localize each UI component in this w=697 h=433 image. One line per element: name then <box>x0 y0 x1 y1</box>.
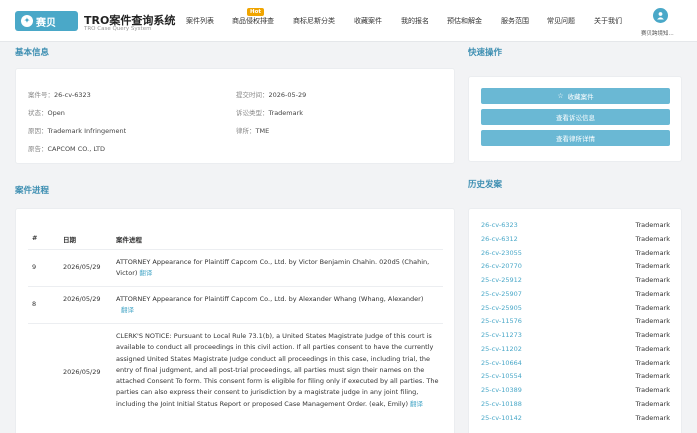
row-number: 8 <box>32 300 37 308</box>
nav-faq[interactable]: 常见问题 <box>547 16 575 26</box>
divider <box>28 286 443 287</box>
history-case-link[interactable]: 26-cv-20770 <box>481 262 522 270</box>
history-case-type: Trademark <box>635 234 670 243</box>
row-text: ATTORNEY Appearance for Plaintiff Capcom… <box>116 295 424 315</box>
history-row[interactable]: 26-cv-20770 Trademark <box>481 262 670 273</box>
history-case-link[interactable]: 25-cv-10664 <box>481 359 522 367</box>
history-case-link[interactable]: 26-cv-6312 <box>481 235 518 243</box>
basic-info-title: 基本信息 <box>15 48 50 58</box>
history-case-type: Trademark <box>635 344 670 353</box>
star-icon: ☆ <box>557 92 564 100</box>
case-number: 案件号：26-cv-6323 <box>28 91 91 99</box>
row-text: ATTORNEY Appearance for Plaintiff Capcom… <box>116 258 430 278</box>
nav-favorites[interactable]: 收藏案件 <box>354 16 382 26</box>
history-case-type: Trademark <box>635 413 670 422</box>
nav-service-scope[interactable]: 服务范围 <box>501 16 529 26</box>
col-header-progress: 案件进程 <box>116 236 142 244</box>
history-case-link[interactable]: 25-cv-25907 <box>481 290 522 298</box>
history-case-type: Trademark <box>635 372 670 381</box>
user-avatar-icon[interactable] <box>653 8 668 23</box>
history-case-link[interactable]: 25-cv-11576 <box>481 317 522 325</box>
law-firm: 律所：TME <box>236 127 270 135</box>
history-case-link[interactable]: 25-cv-11202 <box>481 345 522 353</box>
translate-link[interactable]: 翻译 <box>410 400 423 408</box>
history-row[interactable]: 25-cv-25912 Trademark <box>481 276 670 287</box>
history-case-link[interactable]: 26-cv-23055 <box>481 249 522 257</box>
case-status: 状态：Open <box>28 109 65 117</box>
nav-infringement-check[interactable]: 商品侵权排查 <box>232 16 274 26</box>
history-row[interactable]: 25-cv-11576 Trademark <box>481 317 670 328</box>
brand-subtitle: TRO Case Query System <box>84 26 152 32</box>
history-row[interactable]: 26-cv-23055 Trademark <box>481 249 670 260</box>
row-number: 9 <box>32 263 37 271</box>
favorite-case-button[interactable]: ☆ 收藏案件 <box>481 88 670 104</box>
filed-date: 提交时间：2026-05-29 <box>236 91 307 99</box>
divider <box>28 323 443 324</box>
history-row[interactable]: 25-cv-10664 Trademark <box>481 359 670 370</box>
username[interactable]: 赛贝跨境知... <box>641 29 674 37</box>
history-case-type: Trademark <box>635 386 670 394</box>
history-case-type: Trademark <box>635 248 670 257</box>
row-date: 2026/05/29 <box>63 263 101 271</box>
history-case-type: Trademark <box>635 262 670 271</box>
history-row[interactable]: 25-cv-25907 Trademark <box>481 290 670 301</box>
plaintiff: 原告：CAPCOM CO., LTD <box>28 145 106 153</box>
history-case-type: Trademark <box>635 303 670 312</box>
row-date: 2026/05/29 <box>63 295 101 303</box>
history-title: 历史发案 <box>468 180 503 190</box>
history-row[interactable]: 25-cv-10142 Trademark <box>481 414 670 425</box>
progress-title: 案件进程 <box>15 186 50 196</box>
logo[interactable]: ✦ 赛贝 <box>15 11 78 31</box>
history-case-link[interactable]: 25-cv-25905 <box>481 304 522 312</box>
col-header-date: 日期 <box>63 236 76 244</box>
history-case-type: Trademark <box>635 317 670 326</box>
divider <box>28 249 443 250</box>
history-case-link[interactable]: 25-cv-11273 <box>481 331 522 339</box>
history-row[interactable]: 26-cv-6323 Trademark <box>481 221 670 232</box>
history-case-link[interactable]: 26-cv-6323 <box>481 221 518 229</box>
lawsuit-type: 诉讼类型：Trademark <box>236 109 304 117</box>
history-row[interactable]: 25-cv-11202 Trademark <box>481 345 670 356</box>
history-case-type: Trademark <box>635 221 670 229</box>
history-case-type: Trademark <box>635 399 670 408</box>
history-row[interactable]: 25-cv-25905 Trademark <box>481 304 670 315</box>
history-row[interactable]: 25-cv-10554 Trademark <box>481 372 670 383</box>
nav-about[interactable]: 关于我们 <box>594 16 622 26</box>
nav-case-list[interactable]: 案件列表 <box>186 16 214 26</box>
history-row[interactable]: 25-cv-11273 Trademark <box>481 331 670 342</box>
case-cause: 原因：Trademark Infringement <box>28 127 127 135</box>
logo-text: 赛贝 <box>36 17 56 29</box>
nav-settlement-estimate[interactable]: 预估和解金 <box>447 16 482 26</box>
nav-nice-classification[interactable]: 商标尼斯分类 <box>293 16 335 26</box>
history-case-link[interactable]: 25-cv-10389 <box>481 386 522 394</box>
col-header-number: # <box>32 234 38 242</box>
history-case-link[interactable]: 25-cv-10554 <box>481 372 522 380</box>
row-text: CLERK'S NOTICE: Pursuant to Local Rule 7… <box>116 332 439 408</box>
history-case-type: Trademark <box>635 276 670 284</box>
hot-badge: Hot <box>247 8 265 16</box>
history-case-link[interactable]: 25-cv-10142 <box>481 414 522 422</box>
view-firm-button[interactable]: 查看律所详情 <box>481 130 670 146</box>
history-row[interactable]: 26-cv-6312 Trademark <box>481 235 670 246</box>
history-case-type: Trademark <box>635 289 670 298</box>
history-row[interactable]: 25-cv-10188 Trademark <box>481 400 670 411</box>
row-date: 2026/05/29 <box>63 368 101 376</box>
view-litigation-button[interactable]: 查看诉讼信息 <box>481 109 670 125</box>
history-row[interactable]: 25-cv-10389 Trademark <box>481 386 670 397</box>
top-header: ✦ 赛贝 TRO案件查询系统 TRO Case Query System 案件列… <box>0 0 697 42</box>
translate-link[interactable]: 翻译 <box>139 269 152 277</box>
history-case-link[interactable]: 25-cv-25912 <box>481 276 522 284</box>
history-case-type: Trademark <box>635 358 670 367</box>
history-case-type: Trademark <box>635 331 670 339</box>
translate-link[interactable]: 翻译 <box>121 306 134 314</box>
history-case-link[interactable]: 25-cv-10188 <box>481 400 522 408</box>
logo-icon: ✦ <box>21 15 33 27</box>
quick-actions-title: 快速操作 <box>468 48 503 58</box>
nav-my-registration[interactable]: 我的报名 <box>401 16 429 26</box>
